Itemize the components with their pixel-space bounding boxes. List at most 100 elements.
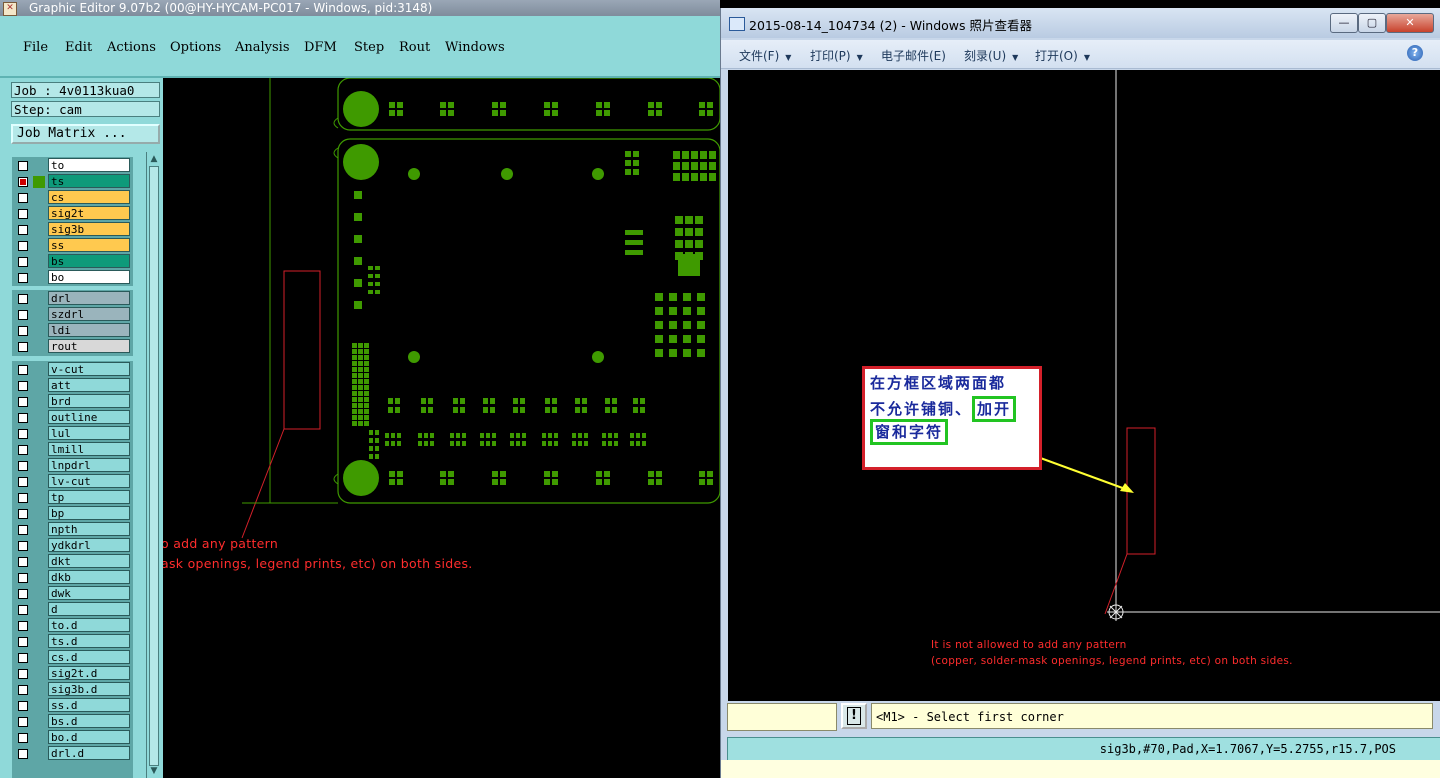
layer-row-drl[interactable]: drl [12, 291, 133, 306]
layer-color-swatch[interactable] [33, 700, 45, 712]
layer-row-d[interactable]: d [12, 602, 133, 617]
layer-name[interactable]: rout [48, 339, 130, 353]
layer-name[interactable]: szdrl [48, 307, 130, 321]
layer-row-sig3b.d[interactable]: sig3b.d [12, 682, 133, 697]
layer-color-swatch[interactable] [33, 636, 45, 648]
layer-row-dkb[interactable]: dkb [12, 570, 133, 585]
layer-checkbox[interactable] [18, 225, 28, 235]
layer-row-lmill[interactable]: lmill [12, 442, 133, 457]
layer-checkbox[interactable] [18, 461, 28, 471]
layer-row-sig2t[interactable]: sig2t [12, 206, 133, 221]
layer-row-tp[interactable]: tp [12, 490, 133, 505]
layer-name[interactable]: cs.d [48, 650, 130, 664]
layer-row-lnpdrl[interactable]: lnpdrl [12, 458, 133, 473]
layer-name[interactable]: sig2t [48, 206, 130, 220]
layer-color-swatch[interactable] [33, 444, 45, 456]
layer-row-lul[interactable]: lul [12, 426, 133, 441]
pv-menu-file[interactable]: 文件(F) ▼ [739, 47, 791, 64]
layer-color-swatch[interactable] [33, 293, 45, 305]
layer-scrollbar[interactable]: ▲ ▼ [146, 152, 161, 778]
command-input[interactable] [727, 703, 837, 731]
scroll-down-icon[interactable]: ▼ [149, 766, 159, 776]
layer-color-swatch[interactable] [33, 508, 45, 520]
ge-canvas[interactable]: o add any pattern ask openings, legend p… [163, 78, 720, 778]
layer-row-dkt[interactable]: dkt [12, 554, 133, 569]
layer-checkbox[interactable] [18, 273, 28, 283]
layer-name[interactable]: dkt [48, 554, 130, 568]
layer-checkbox[interactable] [18, 573, 28, 583]
layer-name[interactable]: lmill [48, 442, 130, 456]
menu-step[interactable]: Step [354, 40, 384, 55]
layer-name[interactable]: ss [48, 238, 130, 252]
layer-checkbox[interactable] [18, 637, 28, 647]
layer-name[interactable]: ydkdrl [48, 538, 130, 552]
layer-color-swatch[interactable] [33, 396, 45, 408]
layer-name[interactable]: att [48, 378, 130, 392]
layer-checkbox[interactable] [18, 477, 28, 487]
layer-color-swatch[interactable] [33, 620, 45, 632]
layer-name[interactable]: bo.d [48, 730, 130, 744]
layer-color-swatch[interactable] [33, 460, 45, 472]
layer-checkbox[interactable] [18, 509, 28, 519]
layer-color-swatch[interactable] [33, 256, 45, 268]
layer-row-bs[interactable]: bs [12, 254, 133, 269]
layer-color-swatch[interactable] [33, 588, 45, 600]
layer-name[interactable]: drl [48, 291, 130, 305]
menu-dfm[interactable]: DFM [304, 40, 337, 55]
layer-color-swatch[interactable] [33, 684, 45, 696]
layer-color-swatch[interactable] [33, 380, 45, 392]
layer-name[interactable]: brd [48, 394, 130, 408]
job-matrix-button[interactable]: Job Matrix ... [11, 124, 160, 144]
layer-checkbox[interactable] [18, 365, 28, 375]
layer-row-bs.d[interactable]: bs.d [12, 714, 133, 729]
help-icon[interactable]: ? [1407, 45, 1423, 61]
layer-color-swatch[interactable] [33, 428, 45, 440]
layer-row-cs[interactable]: cs [12, 190, 133, 205]
layer-color-swatch[interactable] [33, 364, 45, 376]
layer-color-swatch[interactable] [33, 412, 45, 424]
layer-name[interactable]: outline [48, 410, 130, 424]
layer-color-swatch[interactable] [33, 192, 45, 204]
layer-row-v-cut[interactable]: v-cut [12, 362, 133, 377]
layer-row-ss[interactable]: ss [12, 238, 133, 253]
layer-checkbox[interactable] [18, 161, 28, 171]
layer-checkbox[interactable] [18, 653, 28, 663]
scroll-up-icon[interactable]: ▲ [149, 154, 159, 164]
pv-menu-print[interactable]: 打印(P) ▼ [810, 47, 863, 64]
layer-name[interactable]: drl.d [48, 746, 130, 760]
layer-checkbox[interactable] [18, 621, 28, 631]
layer-name[interactable]: cs [48, 190, 130, 204]
layer-color-swatch[interactable] [33, 341, 45, 353]
layer-name[interactable]: ldi [48, 323, 130, 337]
layer-row-drl.d[interactable]: drl.d [12, 746, 133, 761]
menu-actions[interactable]: Actions [107, 40, 156, 55]
layer-checkbox[interactable] [18, 257, 28, 267]
layer-color-swatch[interactable] [33, 556, 45, 568]
layer-row-cs.d[interactable]: cs.d [12, 650, 133, 665]
layer-checkbox[interactable] [18, 589, 28, 599]
layer-row-npth[interactable]: npth [12, 522, 133, 537]
layer-color-swatch[interactable] [33, 309, 45, 321]
alert-icon[interactable]: ! [841, 703, 867, 729]
layer-name[interactable]: sig2t.d [48, 666, 130, 680]
layer-name[interactable]: ss.d [48, 698, 130, 712]
maximize-button[interactable]: ▢ [1358, 13, 1386, 33]
layer-row-szdrl[interactable]: szdrl [12, 307, 133, 322]
layer-checkbox[interactable] [18, 413, 28, 423]
layer-checkbox[interactable] [18, 310, 28, 320]
pv-menu-burn[interactable]: 刻录(U) ▼ [964, 47, 1018, 64]
layer-name[interactable]: bs.d [48, 714, 130, 728]
layer-row-brd[interactable]: brd [12, 394, 133, 409]
layer-name[interactable]: ts.d [48, 634, 130, 648]
layer-color-swatch[interactable] [33, 208, 45, 220]
layer-color-swatch[interactable] [33, 524, 45, 536]
layer-color-swatch[interactable] [33, 732, 45, 744]
layer-checkbox[interactable] [18, 749, 28, 759]
layer-name[interactable]: bp [48, 506, 130, 520]
layer-name[interactable]: d [48, 602, 130, 616]
layer-checkbox[interactable] [18, 717, 28, 727]
layer-name[interactable]: dwk [48, 586, 130, 600]
layer-color-swatch[interactable] [33, 240, 45, 252]
layer-color-swatch[interactable] [33, 652, 45, 664]
layer-color-swatch[interactable] [33, 668, 45, 680]
